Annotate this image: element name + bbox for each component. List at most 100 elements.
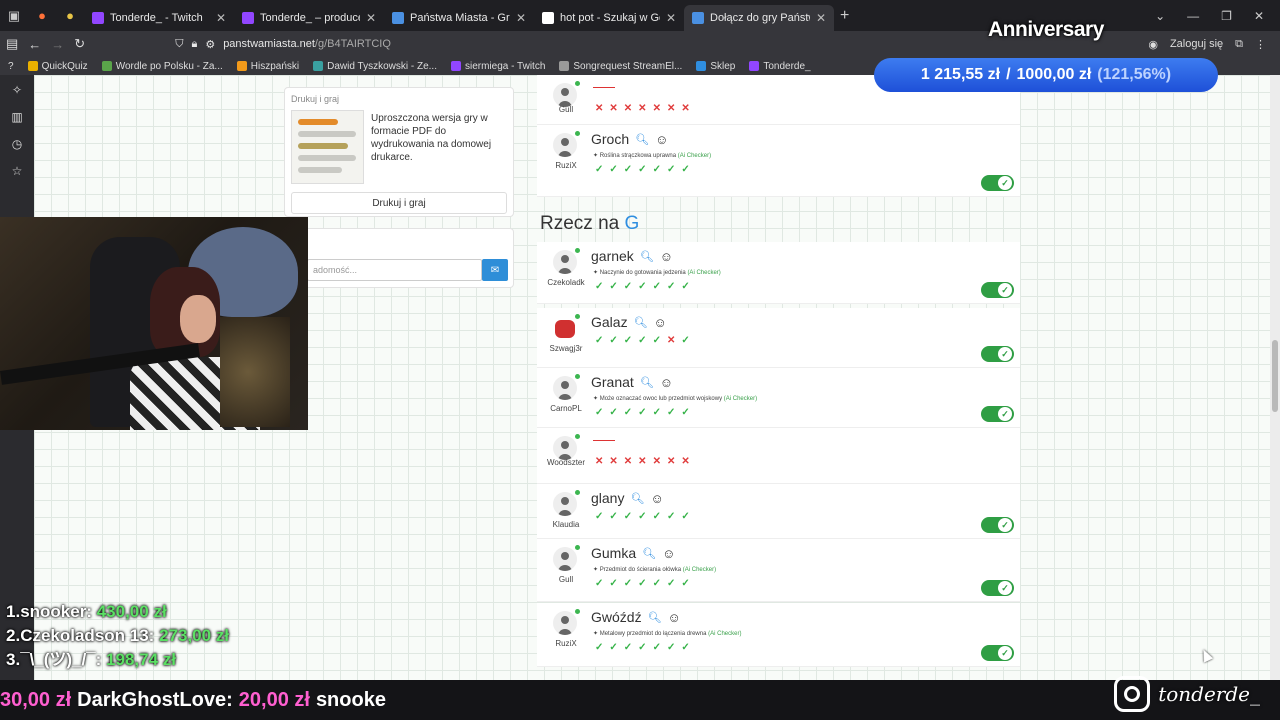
check-icon: ✓ [609,164,618,175]
accept-toggle[interactable] [981,517,1014,533]
maximize-button[interactable]: ❐ [1221,9,1232,23]
answer-row: RuziX Groch 🔍︎ ☺ ✦ Roślina strączkowa uprawn… [537,125,1020,197]
browser-tab[interactable]: hot pot - Szukaj w Google ✕ [534,5,684,31]
check-icon: ✓ [681,335,690,346]
tab-close-icon[interactable]: ✕ [666,11,676,25]
forward-button[interactable]: → [51,37,64,52]
tab-close-icon[interactable]: ✕ [366,11,376,25]
check-icon: ✓ [681,281,690,292]
lock-icon[interactable]: 🔒︎ [191,38,197,51]
accept-toggle[interactable] [981,282,1014,298]
reaction-icon[interactable]: ☺ [660,249,673,264]
reaction-icon[interactable]: ☺ [660,375,673,390]
bookmark-item[interactable]: QuickQuiz [27,61,88,72]
tab-close-icon[interactable]: ✕ [816,11,826,25]
accept-toggle[interactable] [981,645,1014,661]
check-icon: ✓ [623,335,633,346]
tab-search-icon[interactable]: ⌄ [1155,9,1165,23]
ticker-donor: snooke [315,688,386,711]
history-icon[interactable]: ◷ [12,137,22,151]
chat-message-input[interactable]: adomość... [307,259,482,281]
print-and-play-button[interactable]: Drukuj i graj [291,192,507,214]
reaction-icon[interactable]: ☺ [668,610,681,625]
search-icon[interactable]: 🔍︎ [642,547,656,560]
back-button[interactable]: ← [28,37,41,52]
menu-icon[interactable]: ⋮ [1255,38,1266,51]
accept-toggle[interactable] [981,175,1014,191]
tab-close-icon[interactable]: ✕ [216,11,226,25]
account-icon[interactable]: ◉ [1148,38,1158,51]
check-icon: ✓ [681,642,690,653]
webcam-person-face [180,295,216,343]
reload-button[interactable]: ↻ [74,36,85,52]
sidebar-toggle-icon[interactable]: ▤ [6,36,18,52]
ai-description-text: Przedmiot do ścierania ołówka [599,567,682,573]
tab-actions-icon[interactable]: ▣ [0,2,28,30]
check-icon: ✓ [638,407,647,418]
goal-percent: (121,56%) [1097,66,1172,83]
shield-icon[interactable]: ⛉ [175,38,183,51]
answer-word: Gwóźdź 🔍︎ ☺ [591,609,681,625]
browser-tab[interactable]: Dołącz do gry Państwa Miasta ✕ [684,4,834,31]
print-and-play-card: Drukuj i graj Uproszczona wersja gry w f… [284,87,514,217]
search-icon[interactable]: 🔍︎ [640,250,654,263]
player-name: RuziX [555,639,577,648]
online-status-dot [575,374,580,379]
accept-toggle[interactable] [981,406,1014,422]
accept-toggle[interactable] [981,346,1014,362]
bookmark-item[interactable]: Wordle po Polsku - Za... [101,61,223,72]
reaction-icon[interactable]: ☺ [662,546,675,561]
answer-word: Groch 🔍︎ ☺ [591,131,668,147]
tab-favicon-icon [692,11,704,24]
check-icon: ✓ [652,642,661,653]
tab-favicon-icon [242,11,254,24]
scrollbar-thumb[interactable] [1272,340,1278,412]
login-button[interactable]: Zaloguj się [1170,38,1223,50]
browser-tab[interactable]: Tonderde_ – producent wideo ✕ [234,5,384,31]
answer-row: Woodszter ✕ ✕ ✕ ✕ ✕ ✕ ✕ [537,428,1020,484]
browser-tab[interactable]: Tonderde_ - Twitch ✕ [84,5,234,31]
chat-send-button[interactable]: ✉ [482,259,508,281]
bookmark-item[interactable]: Hiszpański [236,61,299,72]
new-tab-button[interactable]: + [840,7,849,25]
page-info-icon[interactable]: ⚙︎ [205,38,215,51]
minimize-button[interactable]: — [1187,9,1199,23]
search-icon[interactable]: 🔍︎ [630,492,644,505]
check-icon: ✓ [652,281,661,292]
bookmark-item[interactable]: Songrequest StreamEl... [559,61,682,72]
ticker-donor: DarkGhostLove: [77,688,233,711]
search-icon[interactable]: 🔍︎ [635,133,649,146]
ai-sparkle-icon[interactable]: ✧ [12,83,22,97]
reaction-icon[interactable]: ☺ [655,132,668,147]
bookmarks-menu-icon[interactable]: ? [8,61,14,72]
favorites-icon[interactable]: ☆ [12,164,23,178]
online-status-dot [575,490,580,495]
bookmark-item[interactable]: Tonderde_ [749,61,811,72]
accept-toggle[interactable] [981,580,1014,596]
search-icon[interactable]: 🔍︎ [640,376,654,389]
search-icon[interactable]: 🔍︎ [634,316,648,329]
cross-icon: ✕ [623,456,633,467]
extensions-icon[interactable]: ⧉ [1235,38,1243,51]
tab-title: Państwa Miasta - Gra online [410,11,510,24]
close-window-button[interactable]: ✕ [1254,9,1264,23]
collections-icon[interactable]: ▥ [11,110,22,124]
check-icon: ✓ [595,164,604,175]
browser-tab[interactable]: Państwa Miasta - Gra online ✕ [384,5,534,31]
check-icon: ✓ [595,578,604,589]
reaction-icon[interactable]: ☺ [654,315,667,330]
cross-icon: ✕ [652,103,661,114]
answer-word: glany 🔍︎ ☺ [591,490,664,506]
tab-close-icon[interactable]: ✕ [516,11,526,25]
reaction-icon[interactable]: ☺ [650,491,663,506]
online-status-dot [575,434,580,439]
check-icon: ✓ [609,407,618,418]
address-bar[interactable]: ⛉ 🔒︎ ⚙︎ panstwamiasta.net/g/B4TAIRTCIQ [175,38,391,51]
bookmark-item[interactable]: Sklep [696,61,735,72]
check-icon: ✓ [638,511,647,522]
bookmark-item[interactable]: siermiega - Twitch [450,61,545,72]
page-scrollbar[interactable] [1270,75,1280,685]
search-icon[interactable]: 🔍︎ [648,611,662,624]
bookmark-item[interactable]: Dawid Tyszkowski - Ze... [313,61,437,72]
answer-text: Groch [591,131,630,147]
